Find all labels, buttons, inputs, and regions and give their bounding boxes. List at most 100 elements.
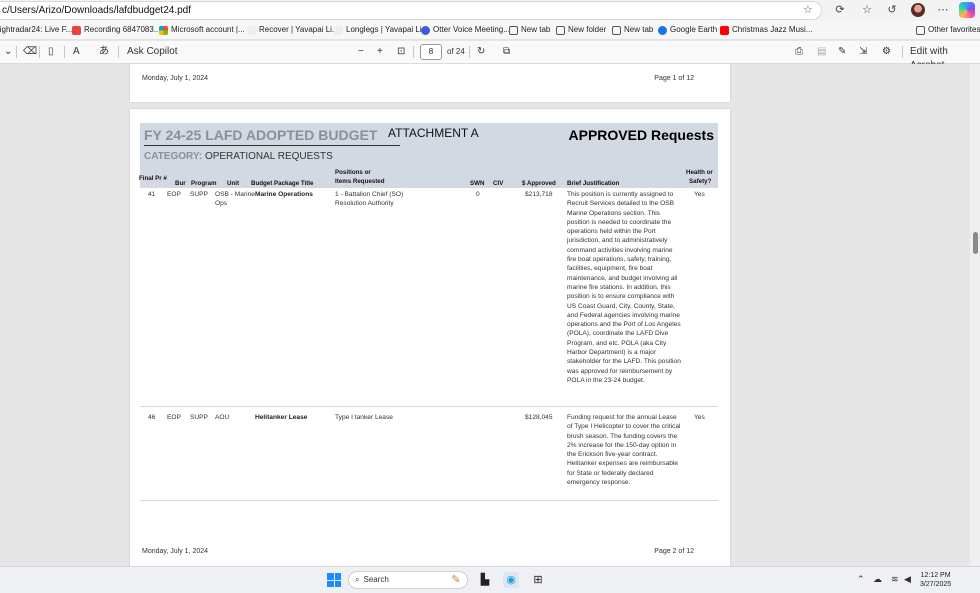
- edge-icon[interactable]: ◉: [503, 572, 519, 588]
- read-aloud-icon[interactable]: A: [73, 45, 80, 59]
- library-icon: [247, 25, 256, 35]
- cell-budget-title: Marine Operations: [255, 191, 313, 198]
- page-number-input[interactable]: 8: [420, 44, 442, 60]
- col-civ: CIV: [493, 180, 504, 187]
- settings-gear-icon[interactable]: ⚙: [882, 45, 891, 59]
- rotate-icon[interactable]: ↻: [477, 45, 485, 59]
- network-app-icon[interactable]: ⊞: [530, 572, 546, 588]
- divider: [39, 46, 40, 58]
- save-as-icon[interactable]: ✎: [838, 45, 846, 59]
- col-health-1: Health or: [686, 169, 713, 176]
- cell-approved: $128,045: [525, 414, 553, 421]
- title-underline: [144, 145, 400, 146]
- col-final-pr: Final Pr #: [139, 175, 167, 182]
- chevron-up-icon[interactable]: ⌃: [857, 574, 865, 585]
- url-field[interactable]: c/Users/Arizo/Downloads/lafdbudget24.pdf: [0, 1, 822, 20]
- tab-icon: [612, 25, 621, 35]
- pin-icon[interactable]: ⇲: [859, 45, 867, 59]
- history-icon[interactable]: ↺: [884, 3, 900, 16]
- volume-icon[interactable]: ◀: [904, 574, 911, 585]
- divider: [469, 46, 470, 58]
- divider: [413, 46, 414, 58]
- profile-avatar[interactable]: [911, 3, 925, 17]
- folder-icon: [916, 25, 925, 35]
- pdf-toolbar: ⌄ ⌫ ▯ A あ Ask Copilot − + ⊡ 8 of 24 ↻ ⧉ …: [0, 41, 980, 71]
- divider: [64, 46, 65, 58]
- google-earth-icon: [658, 25, 667, 35]
- pdf-page-1: Monday, July 1, 2024 Page 1 of 12: [130, 64, 730, 102]
- extensions-icon[interactable]: ⟳: [832, 3, 848, 16]
- zoom-in-icon[interactable]: +: [377, 45, 383, 59]
- divider: [16, 46, 17, 58]
- favorites-icon[interactable]: ☆: [859, 3, 875, 16]
- page-total: of 24: [447, 47, 465, 56]
- report-title: FY 24-25 LAFD ADOPTED BUDGET: [144, 127, 378, 143]
- tab-icon: [509, 25, 518, 35]
- system-clock[interactable]: 12:12 PM 3/27/2025: [920, 571, 951, 589]
- favorite-item[interactable]: Christmas Jazz Musi...: [720, 23, 812, 37]
- scrollbar-thumb[interactable]: [973, 232, 978, 254]
- favorite-item[interactable]: Otter Voice Meeting...: [421, 23, 510, 37]
- cell-unit: AOU: [215, 414, 230, 421]
- save-icon[interactable]: ▤: [817, 45, 826, 59]
- cell-unit: OSB - Marine Ops: [215, 191, 255, 208]
- otter-icon: [421, 25, 430, 35]
- contents-icon[interactable]: ▯: [48, 45, 54, 59]
- row-divider: [140, 500, 718, 501]
- eraser-icon[interactable]: ⌫: [23, 45, 37, 59]
- onedrive-icon[interactable]: ☁: [873, 574, 882, 585]
- report-header: FY 24-25 LAFD ADOPTED BUDGET ATTACHMENT …: [140, 123, 718, 188]
- windows-start-icon[interactable]: [327, 573, 341, 587]
- cell-final-pr: 46: [148, 414, 156, 421]
- vertical-scrollbar[interactable]: [970, 64, 980, 566]
- favorite-item[interactable]: Google Earth: [658, 23, 717, 37]
- row-divider: [140, 406, 718, 407]
- cell-program: SUPP: [190, 414, 208, 421]
- taskbar: ⌕ Search ✎ ▙ ◉ ⊞ ⌃ ☁ ≋ ◀ 12:12 PM 3/27/20…: [0, 566, 980, 593]
- col-bur: Bur: [175, 180, 186, 187]
- col-approved: $ Approved: [522, 180, 556, 187]
- col-swn: SWN: [470, 180, 485, 187]
- favorite-item[interactable]: New tab: [612, 23, 653, 37]
- page-view-icon[interactable]: ⧉: [503, 45, 510, 59]
- page-footer-date: Monday, July 1, 2024: [142, 548, 209, 555]
- favorite-item[interactable]: New folder: [556, 23, 606, 37]
- col-budget-title: Budget Package Title: [251, 180, 314, 187]
- attachment-label: ATTACHMENT A: [388, 126, 479, 140]
- approved-heading: APPROVED Requests: [568, 127, 714, 143]
- cell-approved: $213,718: [525, 191, 553, 198]
- pdf-viewport[interactable]: Monday, July 1, 2024 Page 1 of 12 FY 24-…: [0, 64, 980, 566]
- cell-justification: Funding request for the annual Lease of …: [567, 414, 681, 487]
- favorite-item[interactable]: lightradar24: Live F...: [0, 23, 72, 37]
- print-icon[interactable]: ⎙: [795, 45, 803, 59]
- ask-copilot-button[interactable]: Ask Copilot: [127, 45, 178, 59]
- cell-justification: This position is currently assigned to R…: [567, 191, 681, 384]
- favorite-item[interactable]: Recover | Yavapai Li...: [247, 23, 339, 37]
- favorite-star-icon[interactable]: ☆: [803, 3, 813, 16]
- favorite-item[interactable]: Longlegs | Yavapai Li...: [334, 23, 428, 37]
- chevron-down-icon[interactable]: ⌄: [4, 45, 12, 59]
- microsoft-icon: [159, 25, 168, 35]
- favorite-item[interactable]: New tab: [509, 23, 550, 37]
- file-explorer-icon[interactable]: ▙: [477, 572, 493, 588]
- translate-icon[interactable]: あ: [99, 45, 109, 59]
- col-health-2: Safety?: [689, 178, 712, 185]
- youtube-icon: [720, 25, 729, 35]
- favorite-item[interactable]: Microsoft account |...: [159, 23, 245, 37]
- pdf-page-2: FY 24-25 LAFD ADOPTED BUDGET ATTACHMENT …: [130, 109, 730, 566]
- wifi-icon[interactable]: ≋: [891, 574, 899, 585]
- other-favorites[interactable]: Other favorites: [916, 23, 980, 37]
- divider: [902, 46, 903, 58]
- favorite-item[interactable]: Recording 6847083...: [72, 23, 161, 37]
- col-positions-2: Items Requested: [335, 178, 385, 185]
- page-footer-number: Page 1 of 12: [654, 75, 694, 82]
- search-highlight-icon[interactable]: ✎: [448, 572, 464, 588]
- fit-page-icon[interactable]: ⊡: [397, 45, 405, 59]
- page-footer-number: Page 2 of 12: [654, 548, 694, 555]
- folder-icon: [556, 25, 565, 35]
- more-menu-icon[interactable]: ⋯: [935, 3, 951, 16]
- copilot-icon[interactable]: [959, 2, 975, 18]
- page-footer-date: Monday, July 1, 2024: [142, 75, 209, 82]
- cell-health: Yes: [694, 414, 705, 421]
- zoom-out-icon[interactable]: −: [358, 45, 364, 59]
